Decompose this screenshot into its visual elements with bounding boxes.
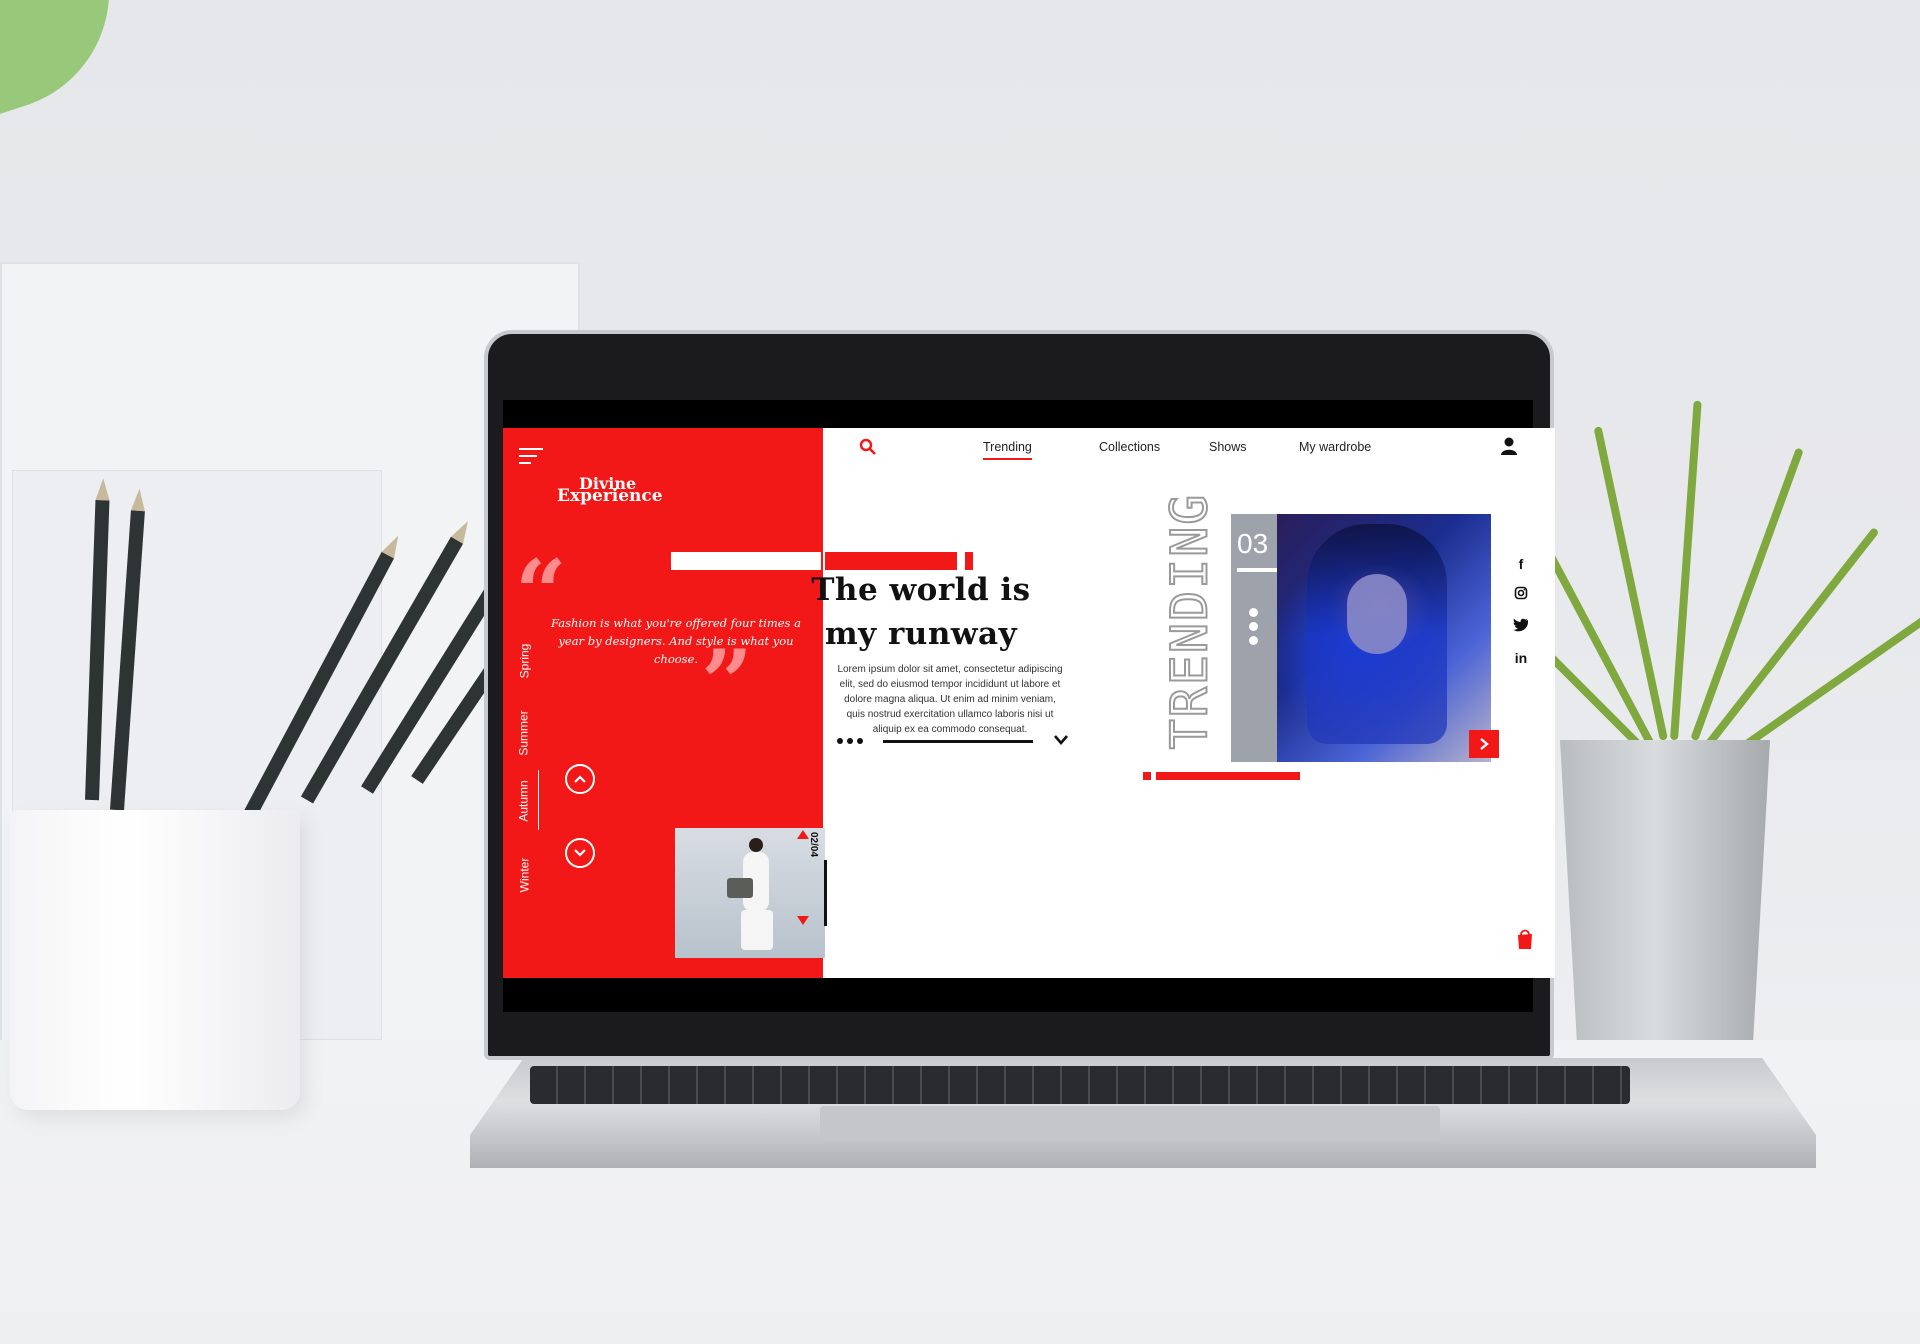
progress-line (883, 740, 1033, 743)
pencil-cup (10, 810, 300, 1110)
season-autumn[interactable]: Autumn (511, 766, 539, 836)
season-summer[interactable]: Summer (511, 698, 537, 768)
shopping-bag-icon[interactable] (1517, 928, 1533, 950)
headline-line1: The world is (811, 572, 1031, 608)
carousel-progress (837, 734, 1069, 748)
laptop-keyboard (530, 1066, 1630, 1104)
thumbnail-handbag (727, 878, 753, 898)
user-icon[interactable] (1499, 436, 1519, 456)
chevron-up-icon (574, 775, 586, 783)
website-screen: Divine Experience “ Fashion is what you'… (503, 428, 1555, 978)
scroll-down-button[interactable] (565, 838, 595, 868)
trending-number-underline (1237, 568, 1277, 572)
pager-next-arrow[interactable] (797, 916, 809, 925)
thumbnail-figure-legs (741, 910, 773, 950)
pager-count: 02/04 (808, 832, 819, 858)
progress-dot (857, 738, 863, 744)
slide-dot[interactable] (1249, 636, 1258, 645)
scroll-up-button[interactable] (565, 764, 595, 794)
nav-trending[interactable]: Trending (983, 440, 1032, 460)
model-thumbnail[interactable] (675, 828, 825, 958)
site-logo[interactable]: Divine Experience (557, 476, 677, 506)
progress-dot (847, 738, 853, 744)
decor-bar-red-small (1143, 772, 1151, 780)
quote-close-mark: ” (701, 630, 753, 736)
slide-dot[interactable] (1249, 622, 1258, 631)
thumbnail-figure-head (749, 838, 763, 852)
nav-collections[interactable]: Collections (1099, 440, 1160, 454)
trending-model-photo[interactable] (1277, 514, 1491, 762)
season-winter[interactable]: Winter (511, 840, 537, 910)
pager-line (824, 860, 827, 926)
plant-pot (1560, 740, 1770, 1040)
hamburger-menu-icon[interactable] (519, 448, 543, 468)
fashion-quote: Fashion is what you're offered four time… (551, 616, 801, 666)
trending-next-button[interactable] (1469, 730, 1499, 758)
headline-line2: my runway (824, 616, 1018, 652)
instagram-icon[interactable] (1513, 586, 1529, 600)
linkedin-icon[interactable]: in (1513, 650, 1529, 666)
decor-bar-red (1156, 772, 1300, 780)
chevron-down-icon[interactable] (1053, 734, 1069, 746)
progress-dot (837, 738, 843, 744)
chevron-right-icon (1480, 738, 1489, 750)
trending-vertical-title: TRENDING (1159, 492, 1219, 751)
trending-number: 03 (1237, 528, 1269, 559)
hero-headline: The world is my runway (793, 568, 1049, 656)
search-icon[interactable] (859, 438, 877, 456)
slide-dot[interactable] (1249, 608, 1258, 617)
hero-body-text: Lorem ipsum dolor sit amet, consectetur … (837, 664, 1063, 735)
twitter-icon[interactable] (1513, 618, 1529, 632)
nav-my-wardrobe[interactable]: My wardrobe (1299, 440, 1371, 454)
screen-letterbox-top (503, 400, 1533, 428)
photo-face (1347, 574, 1407, 654)
logo-line2: Experience (557, 486, 663, 506)
screen-letterbox-bottom (503, 978, 1533, 1012)
nav-shows[interactable]: Shows (1209, 440, 1247, 454)
facebook-icon[interactable]: f (1513, 556, 1529, 572)
chevron-down-icon (574, 849, 586, 857)
laptop-trackpad (820, 1106, 1440, 1140)
season-spring[interactable]: Spring (511, 626, 537, 696)
